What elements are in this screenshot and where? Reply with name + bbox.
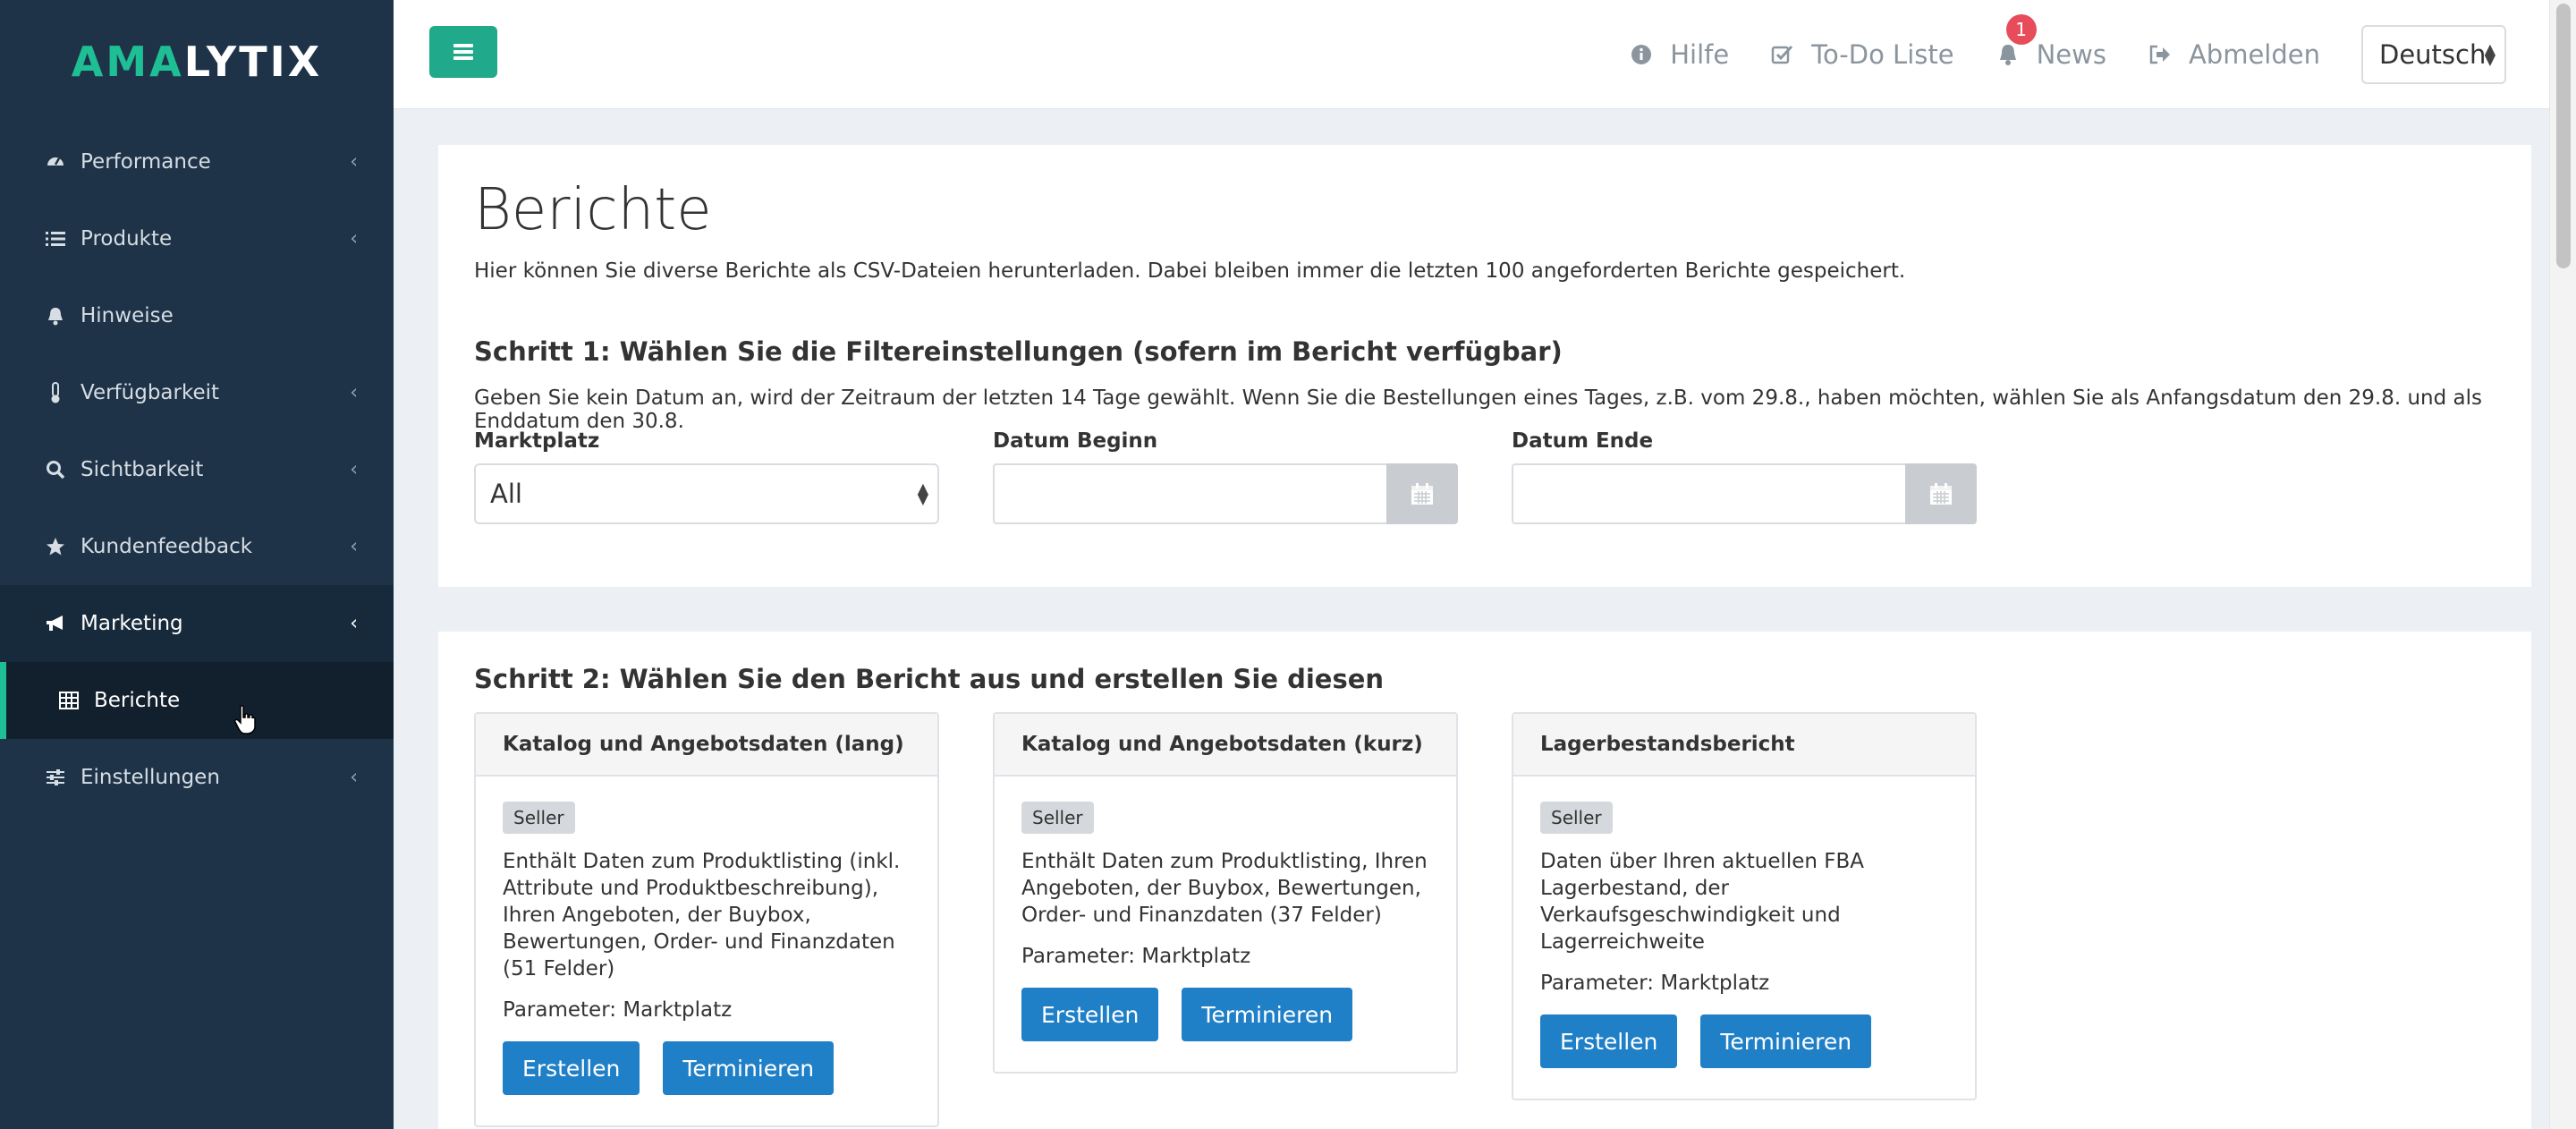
sidebar-item-label: Marketing — [80, 612, 183, 635]
date-end-group — [1512, 463, 1977, 524]
bell-icon — [1996, 42, 2021, 67]
date-start-input[interactable] — [993, 463, 1386, 524]
sidebar-item-sichtbarkeit[interactable]: Sichtbarkeit ‹ — [0, 431, 394, 508]
hand-cursor-icon — [234, 705, 256, 734]
logout-link[interactable]: Abmelden — [2148, 39, 2320, 70]
sidebar-item-label: Hinweise — [80, 304, 174, 327]
sidebar-item-kundenfeedback[interactable]: Kundenfeedback ‹ — [0, 508, 394, 585]
chevron-left-icon: ‹ — [350, 535, 358, 558]
sidebar-item-label: Performance — [80, 150, 211, 174]
report-card-description: Enthält Daten zum Produktlisting (inkl. … — [503, 850, 901, 980]
scrollbar-thumb[interactable] — [2556, 4, 2571, 268]
info-circle-icon — [1629, 42, 1654, 67]
create-report-button[interactable]: Erstellen — [503, 1041, 640, 1095]
list-icon — [45, 228, 66, 250]
date-end-input[interactable] — [1512, 463, 1905, 524]
report-card: Lagerbestandsbericht Seller Daten über I… — [1512, 712, 1977, 1100]
language-select[interactable]: Deutsch ▲ ▼ — [2361, 25, 2506, 84]
calendar-icon — [1411, 483, 1433, 505]
report-card-description: Enthält Daten zum Produktlisting, Ihren … — [1021, 850, 1428, 927]
sidebar-item-label: Einstellungen — [80, 766, 220, 789]
logo[interactable]: AMA LYTIX — [0, 0, 394, 123]
step1-description: Geben Sie kein Datum an, wird der Zeitra… — [474, 386, 2483, 433]
sliders-icon — [45, 767, 66, 788]
sidebar-subitem-berichte[interactable]: Berichte — [0, 662, 394, 739]
sidebar-item-label: Kundenfeedback — [80, 535, 253, 558]
date-start-label: Datum Beginn — [993, 429, 1158, 453]
report-panel: Schritt 2: Wählen Sie den Bericht aus un… — [438, 632, 2531, 1129]
step2-title: Schritt 2: Wählen Sie den Bericht aus un… — [474, 664, 1385, 694]
sidebar-item-verfuegbarkeit[interactable]: Verfügbarkeit ‹ — [0, 354, 394, 431]
sidebar-toggle-button[interactable] — [429, 26, 497, 78]
dashboard-icon — [45, 151, 66, 173]
seller-tag: Seller — [1540, 802, 1613, 834]
create-report-button[interactable]: Erstellen — [1021, 988, 1159, 1041]
marketplace-select[interactable]: All ▲ ▼ — [474, 463, 939, 524]
report-card-parameter: Parameter: Marktplatz — [503, 998, 733, 1022]
select-arrows-icon: ▲ ▼ — [917, 480, 928, 507]
seller-tag: Seller — [503, 802, 575, 834]
chevron-left-icon: ‹ — [350, 458, 358, 481]
date-end-label: Datum Ende — [1512, 429, 1654, 453]
report-card-description: Daten über Ihren aktuellen FBA Lagerbest… — [1540, 850, 1865, 954]
report-card-parameter: Parameter: Marktplatz — [1540, 972, 1770, 995]
chevron-left-icon: ‹ — [350, 150, 358, 174]
news-link[interactable]: 1 News — [1996, 14, 2106, 70]
sign-out-icon — [2148, 42, 2173, 67]
sidebar-item-label: Berichte — [94, 689, 181, 712]
report-card-title: Lagerbestandsbericht — [1513, 714, 1975, 777]
report-card-title: Katalog und Angebotsdaten (kurz) — [995, 714, 1456, 777]
chevron-left-icon: ‹ — [350, 227, 358, 250]
marketplace-label: Marktplatz — [474, 429, 600, 453]
report-card: Katalog und Angebotsdaten (kurz) Seller … — [993, 712, 1458, 1074]
sidebar: AMA LYTIX Performance ‹ Produkte ‹ Hinwei… — [0, 0, 394, 1129]
help-link[interactable]: Hilfe — [1629, 39, 1729, 70]
sidebar-item-marketing[interactable]: Marketing ‹ — [0, 585, 394, 662]
sidebar-item-label: Verfügbarkeit — [80, 381, 220, 404]
create-report-button[interactable]: Erstellen — [1540, 1014, 1678, 1068]
page-description: Hier können Sie diverse Berichte als CSV… — [474, 259, 1906, 283]
chevron-left-icon: ‹ — [350, 766, 358, 789]
todo-link[interactable]: To-Do Liste — [1770, 39, 1954, 70]
bell-icon — [45, 305, 66, 327]
select-arrows-icon: ▲ ▼ — [2484, 40, 2496, 68]
star-icon — [45, 536, 66, 557]
date-start-group — [993, 463, 1458, 524]
sidebar-item-label: Produkte — [80, 227, 173, 250]
page-scrollbar[interactable] — [2549, 0, 2576, 1129]
filter-panel: Berichte Hier können Sie diverse Bericht… — [438, 145, 2531, 587]
chevron-left-icon: ‹ — [350, 612, 358, 635]
report-card-parameter: Parameter: Marktplatz — [1021, 945, 1251, 968]
sidebar-item-produkte[interactable]: Produkte ‹ — [0, 200, 394, 277]
thermometer-icon — [45, 382, 66, 403]
news-badge: 1 — [2005, 14, 2037, 45]
top-navigation: Hilfe To-Do Liste 1 News Abmelden Deutsc… — [1629, 0, 2549, 109]
sidebar-item-einstellungen[interactable]: Einstellungen ‹ — [0, 739, 394, 816]
step1-title: Schritt 1: Wählen Sie die Filtereinstell… — [474, 336, 1563, 367]
report-card-title: Katalog und Angebotsdaten (lang) — [476, 714, 937, 777]
seller-tag: Seller — [1021, 802, 1094, 834]
hamburger-icon — [453, 44, 473, 60]
schedule-report-button[interactable]: Terminieren — [1182, 988, 1353, 1041]
calendar-icon — [1930, 483, 1952, 505]
report-card: Katalog und Angebotsdaten (lang) Seller … — [474, 712, 939, 1127]
sidebar-item-label: Sichtbarkeit — [80, 458, 204, 481]
date-start-calendar-button[interactable] — [1386, 463, 1458, 524]
schedule-report-button[interactable]: Terminieren — [1700, 1014, 1872, 1068]
chevron-left-icon: ‹ — [350, 381, 358, 404]
search-icon — [45, 459, 66, 480]
top-header: Hilfe To-Do Liste 1 News Abmelden Deutsc… — [394, 0, 2549, 109]
table-icon — [58, 690, 80, 711]
page-title: Berichte — [474, 177, 712, 243]
date-end-calendar-button[interactable] — [1905, 463, 1977, 524]
check-square-icon — [1770, 42, 1795, 67]
sidebar-item-hinweise[interactable]: Hinweise — [0, 277, 394, 354]
bullhorn-icon — [45, 613, 66, 634]
sidebar-item-performance[interactable]: Performance ‹ — [0, 123, 394, 200]
schedule-report-button[interactable]: Terminieren — [663, 1041, 835, 1095]
